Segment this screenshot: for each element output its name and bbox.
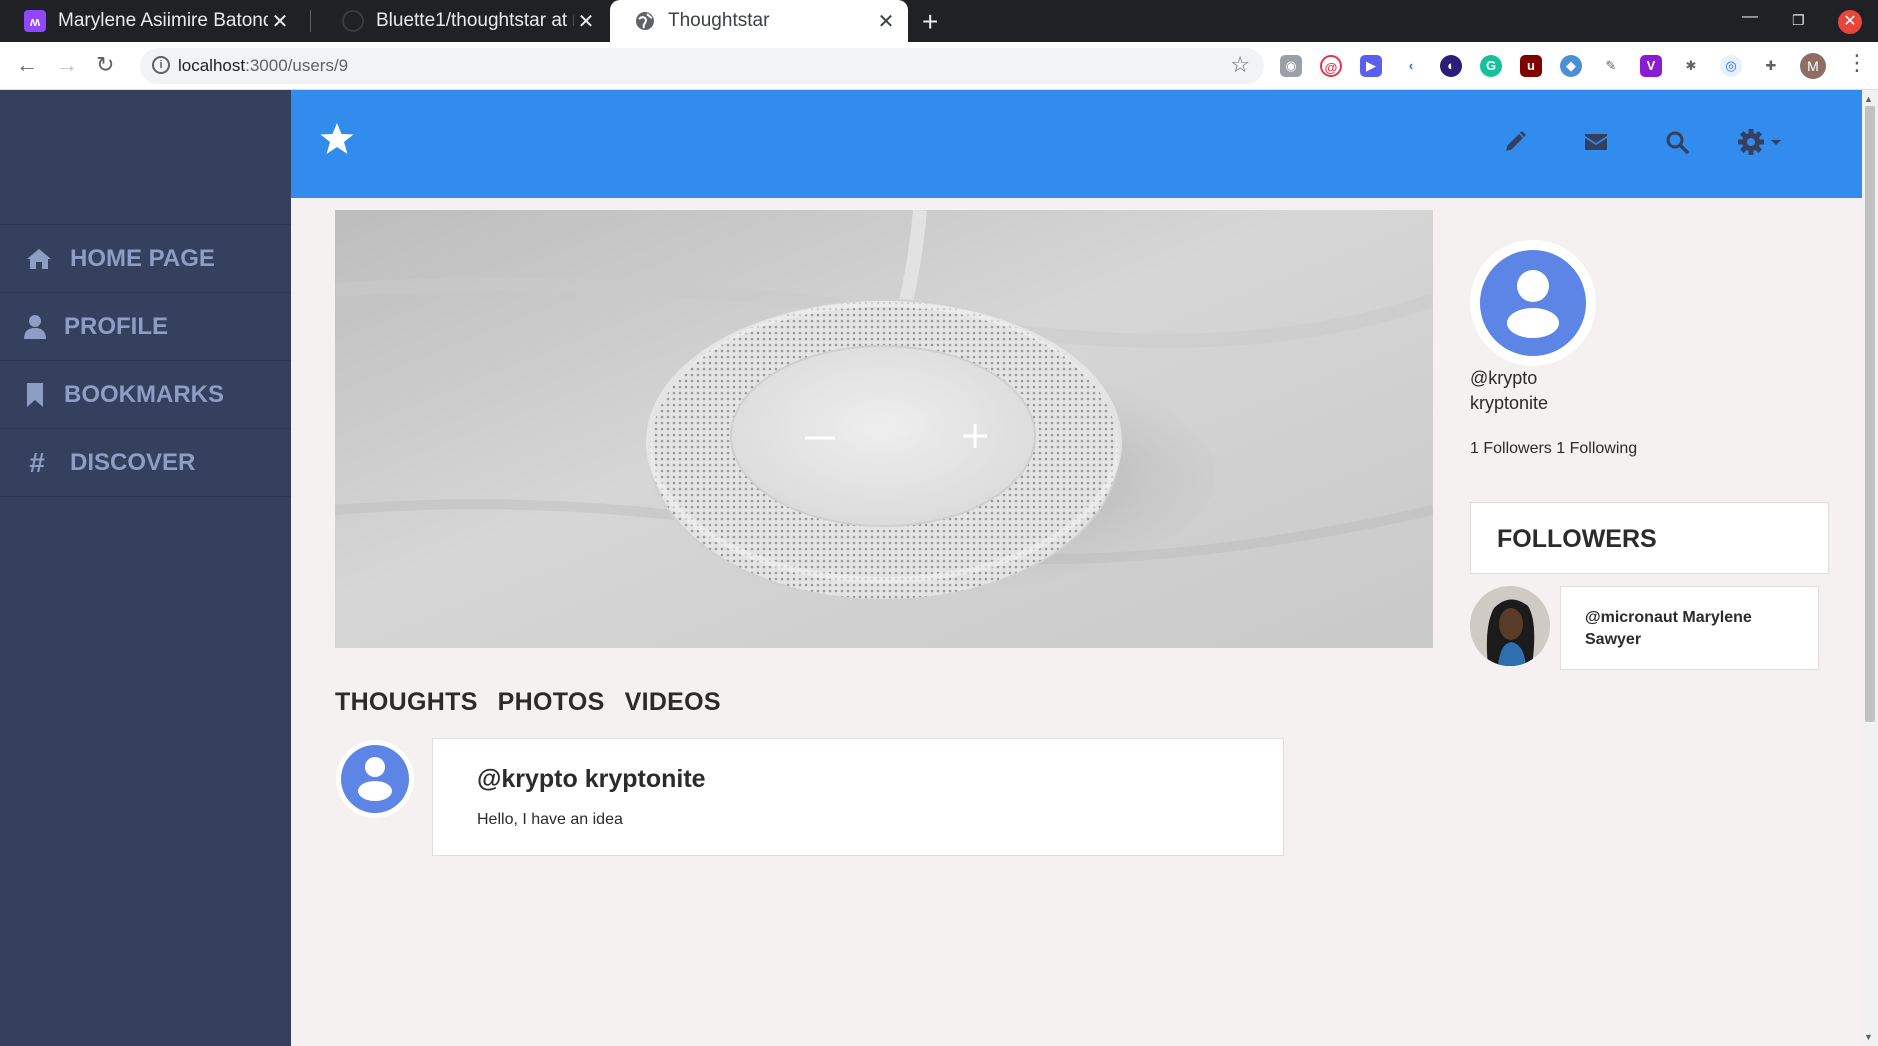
url-input[interactable]: i localhost:3000/users/9 ☆: [140, 48, 1264, 84]
sidebar-item-label: HOME PAGE: [70, 244, 215, 272]
forward-icon[interactable]: →: [56, 52, 78, 78]
sidebar-item-home[interactable]: HOME PAGE: [0, 224, 291, 292]
browser-tab[interactable]: ʍ Marylene Asiimire Batonda ✕: [0, 0, 302, 42]
close-icon[interactable]: ✕: [268, 9, 292, 34]
star-icon[interactable]: [319, 122, 355, 161]
url-host: localhost: [178, 56, 246, 75]
close-icon[interactable]: ✕: [874, 9, 898, 34]
sidebar-item-profile[interactable]: PROFILE: [0, 292, 291, 360]
globe-icon: [634, 10, 656, 32]
tab-separator: [310, 10, 311, 32]
address-bar: ← → ↻ i localhost:3000/users/9 ☆: [0, 42, 1878, 90]
minimize-icon[interactable]: —: [1742, 8, 1758, 26]
extension-icon[interactable]: ◆: [1560, 55, 1582, 77]
user-icon: [20, 312, 50, 342]
sidebar-item-discover[interactable]: # DISCOVER: [0, 428, 291, 496]
cover-photo: [335, 210, 1433, 648]
url-path: :3000/users/9: [245, 56, 349, 75]
restore-icon[interactable]: ❐: [1792, 12, 1805, 29]
bug-icon[interactable]: ✱: [1680, 55, 1702, 77]
grammarly-icon[interactable]: G: [1480, 55, 1502, 77]
url-text: localhost:3000/users/9: [178, 56, 348, 76]
sidebar-divider: [0, 496, 291, 497]
sidebar-item-bookmarks[interactable]: BOOKMARKS: [0, 360, 291, 428]
followers-title: FOLLOWERS: [1497, 525, 1657, 553]
browser-tab-active[interactable]: Thoughtstar ✕: [610, 0, 908, 42]
menu-dots-icon[interactable]: ⋮: [1846, 50, 1868, 76]
extension-icon[interactable]: ◎: [1720, 55, 1742, 77]
profile-username: @krypto: [1470, 368, 1538, 388]
follow-stats: 1 Followers 1 Following: [1470, 440, 1638, 457]
scroll-down-icon[interactable]: ▼: [1864, 1032, 1873, 1042]
scrollbar-thumb[interactable]: [1865, 106, 1875, 722]
bookmark-star-icon[interactable]: ☆: [1230, 52, 1250, 78]
reload-icon[interactable]: ↻: [96, 52, 114, 78]
window-close-icon[interactable]: ✕: [1838, 10, 1862, 34]
profile-tabs: THOUGHTS PHOTOS VIDEOS: [335, 688, 721, 717]
tab-title: Thoughtstar: [668, 10, 770, 31]
envelope-icon[interactable]: [1584, 132, 1608, 157]
puzzle-icon[interactable]: ✚: [1760, 55, 1782, 77]
scroll-up-icon[interactable]: ▲: [1864, 94, 1873, 104]
sidebar-item-label: BOOKMARKS: [64, 380, 224, 408]
back-icon[interactable]: ←: [16, 52, 38, 78]
follower-name[interactable]: @micronaut Marylene Sawyer: [1585, 607, 1805, 651]
eyedropper-icon[interactable]: ✎: [1600, 55, 1622, 77]
followers-header: FOLLOWERS: [1470, 502, 1829, 574]
bookmark-icon: [20, 380, 50, 410]
tab-title: Marylene Asiimire Batonda: [58, 10, 268, 31]
tab-photos[interactable]: PHOTOS: [498, 688, 605, 717]
hashtag-icon: #: [29, 446, 45, 478]
github-icon: [342, 10, 364, 32]
follower-avatar[interactable]: [1470, 586, 1550, 666]
ublock-icon[interactable]: u: [1520, 55, 1542, 77]
tab-title: Bluette1/thoughtstar at main: [376, 10, 574, 31]
app-header: [291, 90, 1862, 198]
pencil-icon[interactable]: [1503, 130, 1527, 159]
camera-extension-icon[interactable]: ◉: [1280, 55, 1302, 77]
home-icon: [24, 244, 54, 274]
thought-card: @krypto kryptonite Hello, I have an idea: [432, 738, 1284, 856]
tab-thoughts[interactable]: THOUGHTS: [335, 688, 478, 717]
sidebar: HOME PAGE PROFILE BOOKMARKS # DISCOVER: [0, 90, 291, 1046]
sidebar-item-label: DISCOVER: [70, 448, 196, 476]
profile-avatar-icon[interactable]: M: [1800, 53, 1826, 79]
extension-icon[interactable]: ◐: [1440, 55, 1462, 77]
profile-name: kryptonite: [1470, 393, 1549, 413]
zoom-extension-icon[interactable]: ▶: [1360, 55, 1382, 77]
extension-icon[interactable]: V: [1640, 55, 1662, 77]
extension-icon[interactable]: ‹: [1400, 55, 1422, 77]
sidebar-item-label: PROFILE: [64, 312, 169, 340]
thought-author[interactable]: @krypto kryptonite: [477, 765, 706, 794]
browser-tab[interactable]: Bluette1/thoughtstar at main ✕: [318, 0, 608, 42]
follower-card[interactable]: @micronaut Marylene Sawyer: [1560, 586, 1819, 670]
close-icon[interactable]: ✕: [574, 9, 598, 34]
browser-tab-bar: ʍ Marylene Asiimire Batonda ✕ Bluette1/t…: [0, 0, 1878, 42]
search-icon[interactable]: [1665, 130, 1689, 159]
gear-icon[interactable]: [1737, 128, 1783, 161]
thought-text: Hello, I have an idea: [477, 811, 623, 828]
twitch-icon: ʍ: [24, 10, 46, 32]
profile-handle: @krypto kryptonite: [1470, 366, 1548, 416]
info-icon[interactable]: i: [152, 56, 170, 74]
tab-videos[interactable]: VIDEOS: [625, 688, 721, 717]
extension-icon[interactable]: @: [1320, 55, 1342, 77]
avatar[interactable]: [336, 740, 414, 818]
profile-avatar: [1470, 240, 1596, 366]
new-tab-icon[interactable]: +: [922, 6, 938, 38]
